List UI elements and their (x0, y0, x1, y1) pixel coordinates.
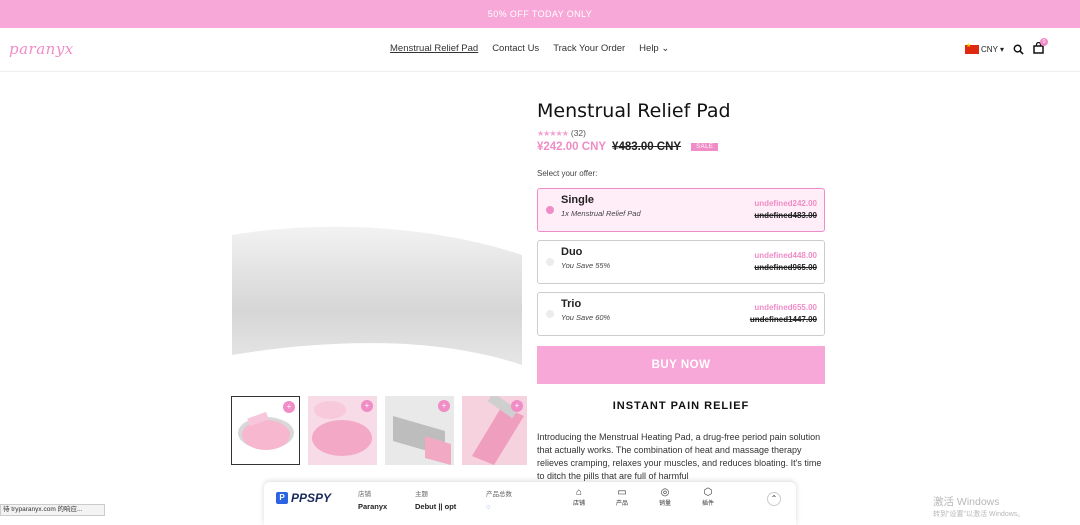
thumbnail-4[interactable]: + (462, 396, 527, 465)
sale-badge: SALE (691, 143, 719, 151)
offer-compare-price: undefined483.00 (754, 211, 817, 220)
nav-help[interactable]: Help ⌄ (639, 43, 669, 54)
price-row: ¥242.00 CNY ¥483.00 CNY SALE (537, 141, 825, 153)
currency-selector[interactable]: CNY ▾ (965, 42, 1004, 54)
announcement-bar: 50% OFF TODAY ONLY (0, 0, 1080, 28)
cart-button[interactable]: 0 (1033, 38, 1048, 56)
offer-subtitle: You Save 55% (561, 261, 611, 270)
offer-price: undefined448.00 (754, 251, 817, 260)
star-rating-icon: ★★★★★ (537, 128, 569, 138)
offer-trio[interactable]: Trio You Save 60% undefined655.00 undefi… (537, 292, 825, 336)
zoom-icon: + (511, 400, 523, 412)
radio-unselected[interactable] (546, 310, 554, 318)
offer-label: Select your offer: (537, 169, 598, 178)
nav-menstrual-relief-pad[interactable]: Menstrual Relief Pad (390, 43, 478, 54)
main-nav: Menstrual Relief Pad Contact Us Track Yo… (390, 43, 669, 54)
product-details: Menstrual Relief Pad ★★★★★ (32) ¥242.00 … (537, 100, 825, 483)
section-heading: INSTANT PAIN RELIEF (612, 400, 750, 412)
search-icon[interactable] (1013, 44, 1024, 55)
offer-name: Duo (561, 246, 583, 258)
offer-name: Trio (561, 298, 582, 310)
offer-price: undefined242.00 (754, 199, 817, 208)
offer-duo[interactable]: Duo You Save 55% undefined448.00 undefin… (537, 240, 825, 284)
thumbnail-3[interactable]: + (385, 396, 454, 465)
thumbnail-strip: + + + + (231, 396, 527, 465)
radio-unselected[interactable] (546, 258, 554, 266)
offer-compare-price: undefined1447.00 (749, 315, 817, 324)
china-flag-icon (965, 42, 980, 54)
review-count: (32) (570, 128, 586, 138)
store-info: 店铺 Paranyx (358, 491, 388, 511)
nav-contact-us[interactable]: Contact Us (492, 43, 539, 54)
currency-label: CNY ▾ (981, 44, 1004, 54)
zoom-icon: + (438, 400, 450, 412)
sales-icon[interactable]: ◎ 销量 (653, 487, 677, 507)
offer-single[interactable]: Single 1x Menstrual Relief Pad undefined… (537, 188, 825, 232)
thumbnail-1[interactable]: + (231, 396, 300, 465)
cart-count-badge: 0 (1040, 38, 1048, 46)
product-title: Menstrual Relief Pad (537, 100, 731, 122)
windows-activation-watermark: 激活 Windows 转到"设置"以激活 Windows。 (933, 496, 1025, 518)
header-actions: CNY ▾ 0 (965, 38, 1048, 56)
site-logo[interactable]: paranyx (9, 40, 74, 58)
thumbnail-2[interactable]: + (308, 396, 377, 465)
offer-name: Single (561, 194, 595, 206)
product-rating[interactable]: ★★★★★ (32) (537, 128, 825, 138)
home-icon[interactable]: ⌂ 店铺 (567, 487, 591, 507)
compare-price: ¥483.00 CNY (612, 141, 682, 153)
offer-price: undefined655.00 (754, 303, 817, 312)
offer-subtitle: You Save 60% (561, 313, 611, 322)
heating-pad-image (232, 226, 522, 365)
buy-now-button[interactable]: BUY NOW (537, 346, 825, 384)
product-main-image[interactable] (232, 180, 522, 380)
product-total-info: 产品总数 ◌ (486, 491, 512, 511)
offer-subtitle: 1x Menstrual Relief Pad (561, 209, 641, 218)
product-description: Introducing the Menstrual Heating Pad, a… (537, 432, 822, 481)
theme-info: 主题 Debut || opt (415, 491, 457, 511)
ppspy-extension-bar: P PPSPY 店铺 Paranyx 主题 Debut || opt 产品总数 ◌ ⌂ 店… (264, 482, 796, 525)
offer-compare-price: undefined965.00 (754, 263, 817, 272)
site-header: paranyx Menstrual Relief Pad Contact Us … (0, 28, 1080, 72)
nav-track-order[interactable]: Track Your Order (553, 43, 625, 54)
zoom-icon: + (283, 401, 295, 413)
plugin-icon[interactable]: ⬡ 插件 (696, 487, 720, 507)
sale-price: ¥242.00 CNY (537, 141, 607, 153)
ppspy-logo[interactable]: P PPSPY (276, 491, 331, 505)
ppspy-logo-icon: P (276, 492, 288, 504)
bag-icon[interactable]: ▭ 产品 (610, 487, 634, 507)
loading-spinner-icon: ◌ (486, 502, 491, 511)
radio-selected[interactable] (546, 206, 554, 214)
browser-status-bar: 待 tryparanyx.com 的响应... (0, 504, 105, 516)
zoom-icon: + (361, 400, 373, 412)
collapse-chevron-icon[interactable]: ⌃ (767, 492, 781, 506)
